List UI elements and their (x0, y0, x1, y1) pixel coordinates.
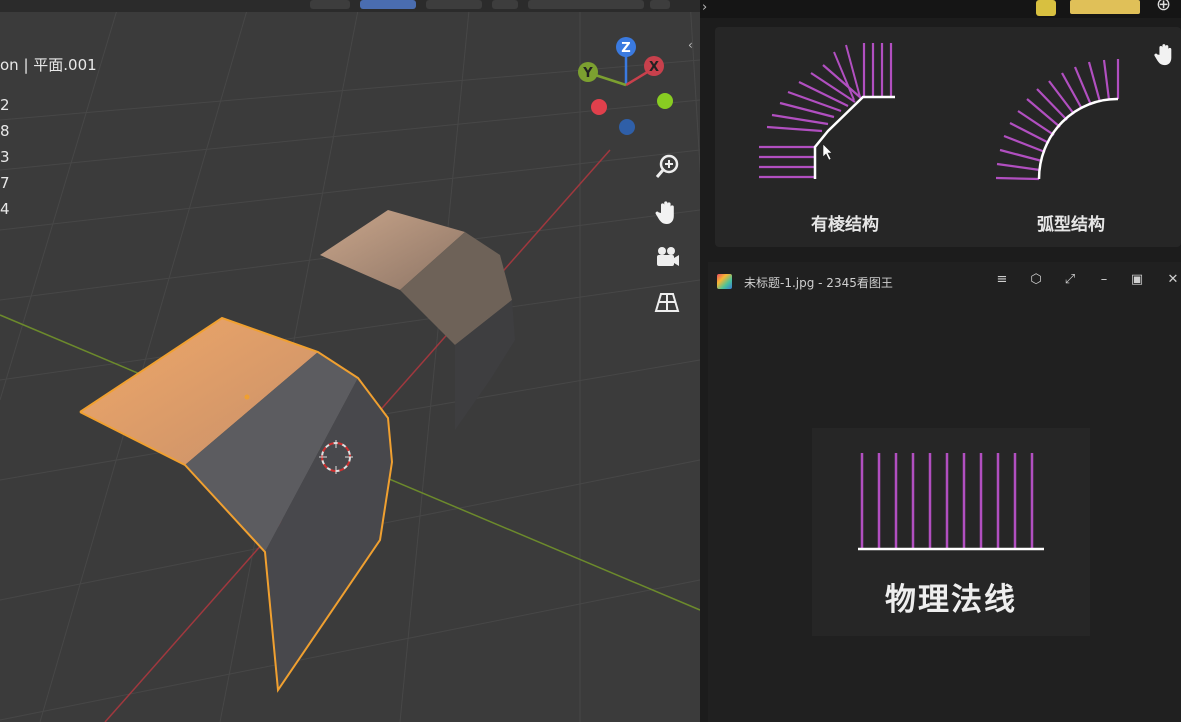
shading-dropdown[interactable] (650, 0, 670, 9)
physical-normals-caption: 物理法线 (885, 582, 1017, 618)
normals-comparison-image: 有棱结构 弧型结构 (715, 27, 1181, 247)
pan-button[interactable] (648, 193, 686, 231)
viewer-title: 未标题-1.jpg - 2345看图王 (744, 276, 893, 290)
object-label: on | 平面.001 (0, 56, 97, 74)
shading-buttons[interactable] (528, 0, 644, 9)
mouse-pointer-icon (822, 143, 833, 161)
neg-y-handle (657, 93, 673, 109)
logo-badge (1036, 0, 1056, 16)
viewport-header (0, 0, 700, 12)
zoom-icon (655, 154, 679, 178)
beveled-surface (813, 95, 895, 179)
camera-icon (657, 247, 679, 266)
camera-view-button[interactable] (648, 238, 686, 276)
top-strip: › ⊕ (700, 0, 1181, 18)
stat-line: 4 (0, 200, 10, 218)
stat-line: 8 (0, 122, 10, 140)
y-axis-label: Y (582, 66, 593, 81)
beveled-normals (759, 43, 893, 179)
grid-icon (654, 293, 680, 312)
stat-line: 2 (0, 96, 10, 114)
close-icon[interactable]: ✕ (1163, 270, 1181, 290)
perspective-toggle-button[interactable] (648, 283, 686, 321)
chevron-right-icon[interactable]: › (702, 0, 707, 15)
x-axis-label: X (649, 60, 659, 75)
normals-diagram (759, 43, 1120, 181)
fullscreen-icon[interactable]: ⤢ (1060, 270, 1080, 290)
header-button[interactable] (310, 0, 350, 9)
physical-normals-diagram (858, 453, 1044, 551)
z-axis-label: Z (621, 41, 630, 56)
viewport-stats-overlay: on | 平面.001 2 8 3 7 4 (0, 52, 97, 222)
3d-viewport[interactable]: on | 平面.001 2 8 3 7 4 Z X Y ‹ (0, 0, 700, 722)
arc-surface (1037, 97, 1119, 180)
zoom-plus-icon[interactable]: ⊕ (1156, 0, 1171, 15)
caption-arc: 弧型结构 (1037, 215, 1105, 235)
logo-text-block (1070, 0, 1140, 14)
arc-normals (995, 59, 1120, 181)
shirt-icon[interactable]: ⬡ (1026, 270, 1046, 290)
pan-hand-icon[interactable] (1152, 41, 1178, 71)
image-viewer-window: 未标题-1.jpg - 2345看图王 ≡ ⬡ ⤢ – ▣ ✕ 物理法线 (708, 262, 1181, 722)
neg-z-handle (619, 119, 635, 135)
navigation-gizmo[interactable]: Z X Y (570, 30, 680, 140)
header-button[interactable] (492, 0, 518, 9)
sidebar-toggle-icon[interactable]: ‹ (688, 38, 693, 52)
maximize-icon[interactable]: ▣ (1127, 270, 1147, 290)
reference-panel: › ⊕ 有棱结构 弧型结构 未标题-1.jpg - 2345看图王 ≡ ⬡ ⤢ … (700, 0, 1181, 722)
header-button[interactable] (426, 0, 482, 9)
selected-mesh-object (79, 316, 394, 693)
stat-line: 7 (0, 174, 10, 192)
stat-line: 3 (0, 148, 10, 166)
menu-icon[interactable]: ≡ (992, 270, 1012, 290)
caption-beveled: 有棱结构 (811, 215, 879, 235)
header-button[interactable] (360, 0, 416, 9)
neg-x-handle (591, 99, 607, 115)
minimize-icon[interactable]: – (1094, 270, 1114, 290)
viewer-app-icon (717, 274, 732, 289)
hand-icon (655, 201, 674, 224)
zoom-button[interactable] (648, 148, 686, 186)
physical-normals-image: 物理法线 (812, 428, 1090, 636)
object-origin (244, 394, 250, 400)
